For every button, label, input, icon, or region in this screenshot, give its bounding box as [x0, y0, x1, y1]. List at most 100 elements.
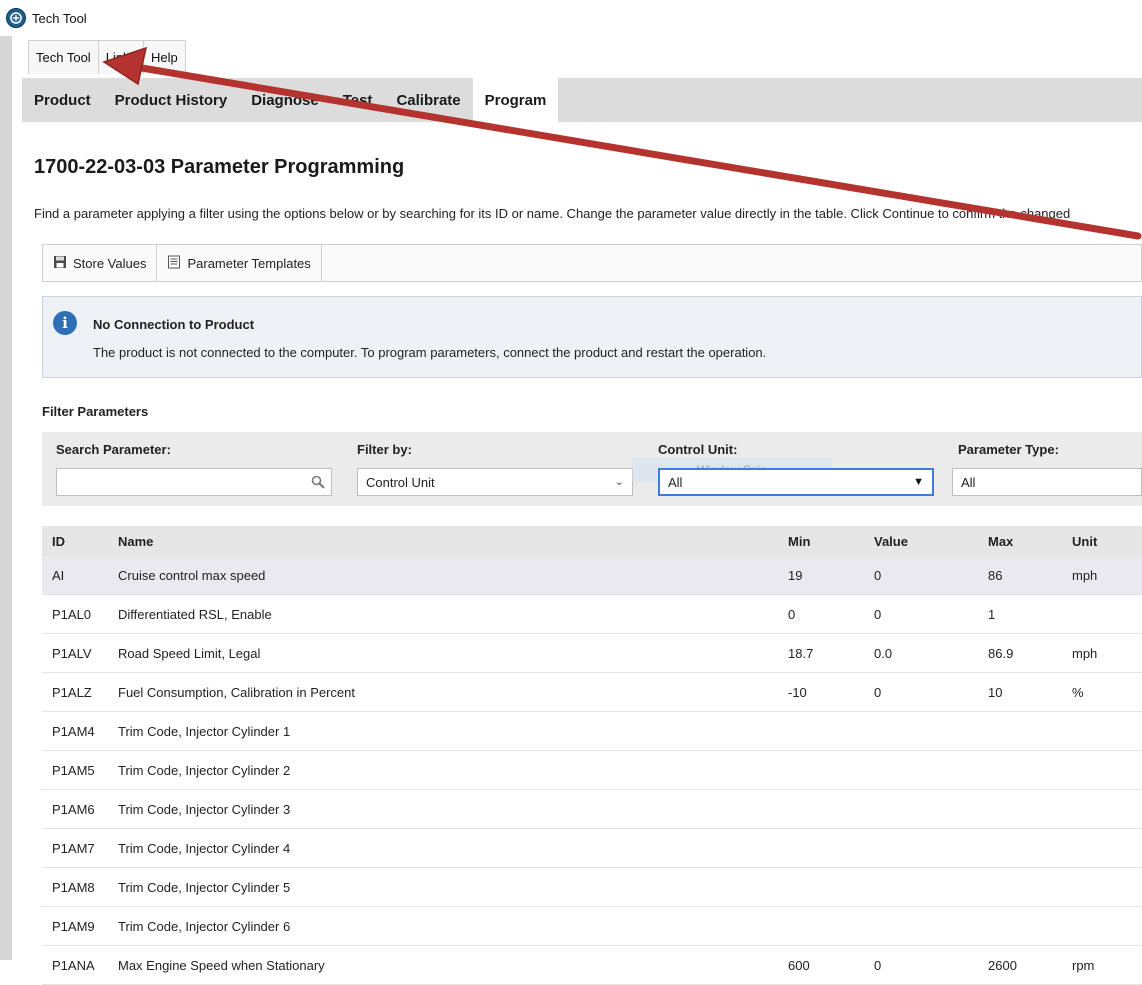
tab-test[interactable]: Test [331, 78, 385, 122]
tab-product-history[interactable]: Product History [103, 78, 240, 122]
cell-name: Max Engine Speed when Stationary [108, 945, 778, 985]
cell-value[interactable] [864, 789, 978, 829]
cell-id: P1ALZ [42, 672, 108, 712]
cell-unit [1062, 789, 1142, 829]
cell-max [978, 867, 1062, 907]
cell-min [778, 906, 864, 946]
cell-id: P1AM4 [42, 711, 108, 751]
cell-name: Trim Code, Injector Cylinder 6 [108, 906, 778, 946]
cell-value[interactable] [864, 906, 978, 946]
menu-bar: Tech Tool Links Help [28, 40, 186, 74]
table-row[interactable]: P1AM8 Trim Code, Injector Cylinder 5 [42, 867, 1142, 907]
parameter-type-value: All [961, 474, 976, 490]
cell-name: Cruise control max speed [108, 556, 778, 595]
cell-unit: mph [1062, 556, 1142, 595]
column-header-unit[interactable]: Unit [1062, 526, 1142, 556]
search-parameter-input[interactable] [56, 468, 332, 496]
filter-by-select[interactable]: Control Unit ⌄ [357, 468, 633, 496]
tech-tool-logo-icon [6, 8, 26, 28]
cell-name: Differentiated RSL, Enable [108, 594, 778, 634]
cell-id: P1AM7 [42, 828, 108, 868]
filter-by-label: Filter by: [357, 442, 412, 457]
notice-title: No Connection to Product [93, 317, 255, 332]
column-header-id[interactable]: ID [42, 526, 108, 556]
left-edge-strip [0, 36, 12, 960]
cell-id: P1ALV [42, 633, 108, 673]
window-title: Tech Tool [32, 10, 87, 26]
menu-help[interactable]: Help [143, 40, 186, 74]
cell-value[interactable] [864, 867, 978, 907]
magnifier-search-icon[interactable] [308, 472, 328, 492]
cell-min [778, 867, 864, 907]
cell-max [978, 789, 1062, 829]
cell-value[interactable]: 0.0 [864, 633, 978, 673]
page-title: 1700-22-03-03 Parameter Programming [34, 156, 405, 178]
cell-max [978, 906, 1062, 946]
chevron-down-icon: ▼ [913, 476, 924, 488]
cell-value[interactable] [864, 711, 978, 751]
filter-panel: Search Parameter: Filter by: Control Uni… [42, 432, 1142, 506]
filter-by-value: Control Unit [366, 474, 435, 490]
tab-product[interactable]: Product [22, 78, 103, 122]
cell-unit: % [1062, 672, 1142, 712]
cell-id: P1AM8 [42, 867, 108, 907]
store-values-label: Store Values [73, 255, 147, 271]
store-values-button[interactable]: Store Values [43, 245, 158, 281]
cell-min: 19 [778, 556, 864, 595]
control-unit-label: Control Unit: [658, 442, 738, 457]
cell-value[interactable]: 0 [864, 672, 978, 712]
table-row[interactable]: P1AM5 Trim Code, Injector Cylinder 2 [42, 750, 1142, 790]
parameter-templates-button[interactable]: Parameter Templates [157, 245, 322, 281]
cell-max: 2600 [978, 945, 1062, 985]
window-titlebar: Tech Tool [0, 0, 1142, 36]
cell-value[interactable]: 0 [864, 594, 978, 634]
table-row[interactable]: AI Cruise control max speed 19 0 86 mph [42, 556, 1142, 595]
cell-id: P1AM9 [42, 906, 108, 946]
cell-min: 600 [778, 945, 864, 985]
save-disk-icon [53, 255, 67, 272]
table-row[interactable]: P1AL0 Differentiated RSL, Enable 0 0 1 [42, 594, 1142, 634]
menu-links[interactable]: Links [97, 40, 145, 74]
cell-id: P1AM6 [42, 789, 108, 829]
document-list-icon [167, 255, 181, 272]
control-unit-select[interactable]: All ▼ [658, 468, 934, 496]
table-row[interactable]: P1AM9 Trim Code, Injector Cylinder 6 [42, 906, 1142, 946]
parameter-type-label: Parameter Type: [958, 442, 1059, 457]
cell-unit [1062, 828, 1142, 868]
table-row[interactable]: P1ANA Max Engine Speed when Stationary 6… [42, 945, 1142, 985]
control-unit-value: All [668, 474, 683, 490]
table-row[interactable]: P1AM4 Trim Code, Injector Cylinder 1 [42, 711, 1142, 751]
menu-tech-tool[interactable]: Tech Tool [28, 40, 99, 74]
cell-value[interactable]: 0 [864, 556, 978, 595]
parameter-type-select[interactable]: All [952, 468, 1142, 496]
parameter-toolbar: Store Values Parameter Templates [42, 244, 1142, 282]
cell-min [778, 750, 864, 790]
table-row[interactable]: P1ALZ Fuel Consumption, Calibration in P… [42, 672, 1142, 712]
table-row[interactable]: P1AM7 Trim Code, Injector Cylinder 4 [42, 828, 1142, 868]
table-row[interactable]: P1AM6 Trim Code, Injector Cylinder 3 [42, 789, 1142, 829]
column-header-value[interactable]: Value [864, 526, 978, 556]
column-header-name[interactable]: Name [108, 526, 778, 556]
cell-max: 1 [978, 594, 1062, 634]
search-parameter-label: Search Parameter: [56, 442, 171, 457]
cell-unit: rpm [1062, 945, 1142, 985]
tab-program[interactable]: Program [472, 78, 559, 122]
cell-unit [1062, 906, 1142, 946]
cell-min: 0 [778, 594, 864, 634]
cell-value[interactable] [864, 750, 978, 790]
instructions-text: Find a parameter applying a filter using… [34, 206, 1071, 221]
cell-id: P1AM5 [42, 750, 108, 790]
cell-name: Fuel Consumption, Calibration in Percent [108, 672, 778, 712]
cell-max [978, 711, 1062, 751]
cell-max: 86 [978, 556, 1062, 595]
tab-diagnose[interactable]: Diagnose [239, 78, 331, 122]
cell-name: Trim Code, Injector Cylinder 4 [108, 828, 778, 868]
cell-min: 18.7 [778, 633, 864, 673]
table-header-row: ID Name Min Value Max Unit [42, 526, 1142, 556]
tab-calibrate[interactable]: Calibrate [384, 78, 472, 122]
cell-value[interactable] [864, 828, 978, 868]
cell-value[interactable]: 0 [864, 945, 978, 985]
table-row[interactable]: P1ALV Road Speed Limit, Legal 18.7 0.0 8… [42, 633, 1142, 673]
column-header-min[interactable]: Min [778, 526, 864, 556]
column-header-max[interactable]: Max [978, 526, 1062, 556]
